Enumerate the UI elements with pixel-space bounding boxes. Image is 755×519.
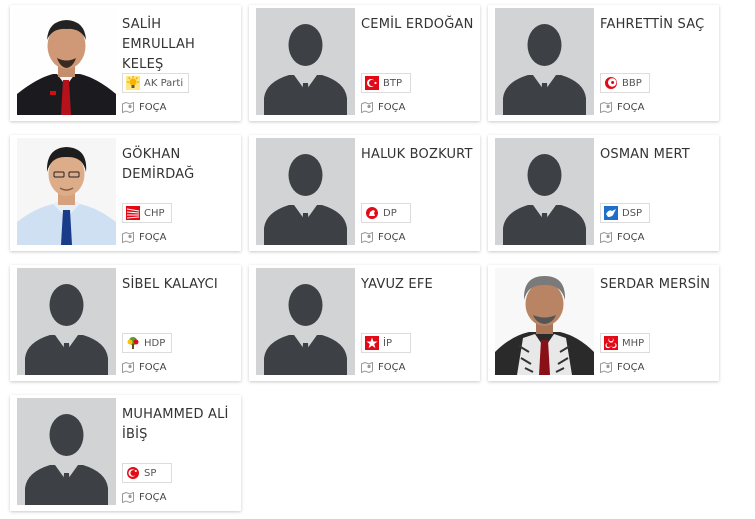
candidate-card[interactable]: SERDAR MERSİN MHP FOÇA [488,265,719,381]
party-name: BTP [383,77,402,89]
candidate-name[interactable]: SERDAR MERSİN [600,275,715,295]
party-name: DP [383,207,397,219]
candidate-photo-placeholder [256,138,355,245]
candidate-photo-placeholder [495,8,594,115]
candidate-name[interactable]: YAVUZ EFE [361,275,476,295]
party-badge: BTP [361,73,411,93]
candidate-photo-placeholder [256,268,355,375]
location-label: FOÇA [617,102,645,113]
location: FOÇA [600,362,644,373]
party-badge: MHP [600,333,651,353]
party-name: MHP [622,337,645,349]
location: FOÇA [361,102,405,113]
candidate-card[interactable]: YAVUZ EFE İP FOÇA [249,265,480,381]
party-name: CHP [144,207,165,219]
location-label: FOÇA [139,362,167,373]
map-icon [361,232,373,243]
party-badge: AK Parti [122,73,190,93]
candidate-photo-placeholder [17,268,116,375]
location-label: FOÇA [139,492,167,503]
candidate-photo [17,138,116,245]
location-label: FOÇA [617,232,645,243]
btp-crescent-icon [364,75,380,91]
candidate-card[interactable]: FAHRETTİN SAÇ BBP FOÇA [488,5,719,121]
candidate-card[interactable]: MUHAMMED ALİ İBİŞ SP FOÇA [10,395,241,511]
party-badge: CHP [122,203,172,223]
map-icon [122,492,134,503]
candidate-name[interactable]: OSMAN MERT [600,145,715,165]
candidate-photo [17,8,116,115]
dsp-dove-icon [603,205,619,221]
party-name: DSP [622,207,643,219]
location: FOÇA [122,362,166,373]
location: FOÇA [600,232,644,243]
party-name: BBP [622,77,642,89]
map-icon [600,232,612,243]
map-icon [122,232,134,243]
candidate-card[interactable]: SALİH EMRULLAH KELEŞ AK Parti FOÇA [10,5,241,121]
candidate-card[interactable]: SİBEL KALAYCI HDP FOÇA [10,265,241,381]
location: FOÇA [122,102,166,113]
party-badge: DP [361,203,411,223]
candidate-name[interactable]: GÖKHAN DEMİRDAĞ [122,145,237,185]
location-label: FOÇA [378,232,406,243]
location-label: FOÇA [378,102,406,113]
party-badge: İP [361,333,411,353]
candidate-name[interactable]: MUHAMMED ALİ İBİŞ [122,405,237,445]
bbp-crescent-icon [603,75,619,91]
map-icon [600,362,612,373]
location: FOÇA [361,232,405,243]
party-name: İP [383,337,392,349]
party-badge: SP [122,463,172,483]
location: FOÇA [361,362,405,373]
mhp-crescents-icon [603,335,619,351]
candidate-photo-placeholder [17,398,116,505]
ip-sun-icon [364,335,380,351]
location: FOÇA [600,102,644,113]
akp-bulb-icon [125,75,141,91]
candidate-name[interactable]: SALİH EMRULLAH KELEŞ [122,15,237,75]
party-name: HDP [144,337,166,349]
map-icon [122,362,134,373]
candidate-name[interactable]: CEMİL ERDOĞAN [361,15,476,35]
chp-arrows-icon [125,205,141,221]
hdp-tree-icon [125,335,141,351]
candidate-card[interactable]: OSMAN MERT DSP FOÇA [488,135,719,251]
map-icon [122,102,134,113]
location-label: FOÇA [139,232,167,243]
party-name: AK Parti [144,77,184,89]
location-label: FOÇA [139,102,167,113]
location: FOÇA [122,492,166,503]
party-badge: BBP [600,73,650,93]
party-badge: DSP [600,203,650,223]
candidate-name[interactable]: HALUK BOZKURT [361,145,476,165]
candidate-photo [495,268,594,375]
candidate-card[interactable]: GÖKHAN DEMİRDAĞ CHP FOÇA [10,135,241,251]
map-icon [361,362,373,373]
candidate-name[interactable]: SİBEL KALAYCI [122,275,237,295]
candidate-photo-placeholder [256,8,355,115]
location: FOÇA [122,232,166,243]
party-badge: HDP [122,333,172,353]
location-label: FOÇA [378,362,406,373]
party-name: SP [144,467,157,479]
candidate-card[interactable]: CEMİL ERDOĞAN BTP FOÇA [249,5,480,121]
candidate-name[interactable]: FAHRETTİN SAÇ [600,15,715,35]
sp-crescent-icon [125,465,141,481]
candidate-card[interactable]: HALUK BOZKURT DP FOÇA [249,135,480,251]
dp-horse-icon [364,205,380,221]
map-icon [600,102,612,113]
location-label: FOÇA [617,362,645,373]
candidate-photo-placeholder [495,138,594,245]
map-icon [361,102,373,113]
